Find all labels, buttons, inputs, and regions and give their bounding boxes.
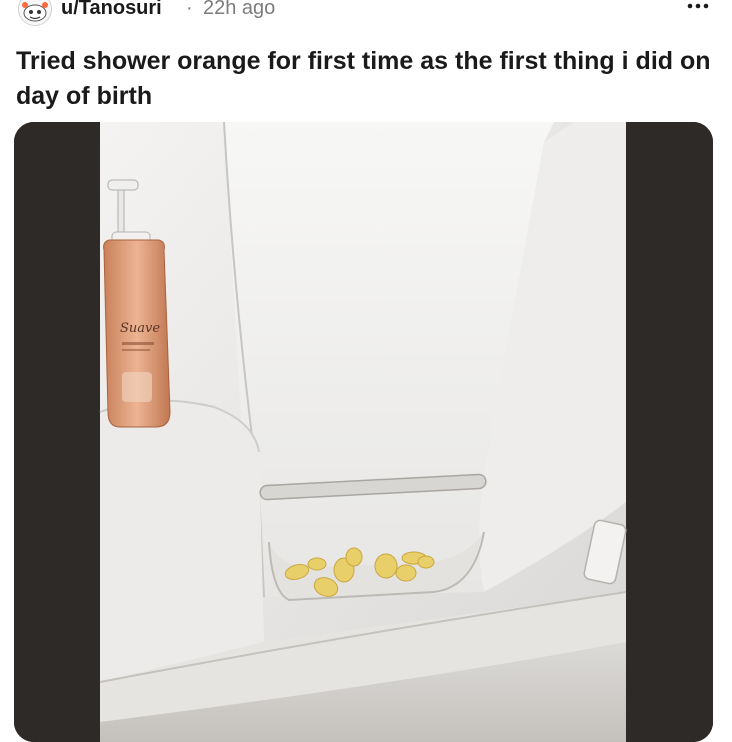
more-options-button[interactable] bbox=[684, 0, 712, 20]
user-avatar[interactable] bbox=[18, 0, 52, 26]
post-image[interactable]: Suave bbox=[14, 122, 713, 742]
post-time: 22h ago bbox=[203, 0, 276, 19]
meta-separator: · bbox=[186, 0, 193, 19]
shower-photo: Suave bbox=[14, 122, 713, 742]
more-horizontal-icon bbox=[687, 3, 709, 9]
post-username[interactable]: u/Tanosuri bbox=[61, 0, 162, 20]
svg-text:Suave: Suave bbox=[120, 321, 160, 336]
snoo-avatar-icon bbox=[19, 0, 51, 25]
post-title[interactable]: Tried shower orange for first time as th… bbox=[16, 44, 716, 114]
post-header: u/Tanosuri · 22h ago bbox=[0, 0, 732, 30]
